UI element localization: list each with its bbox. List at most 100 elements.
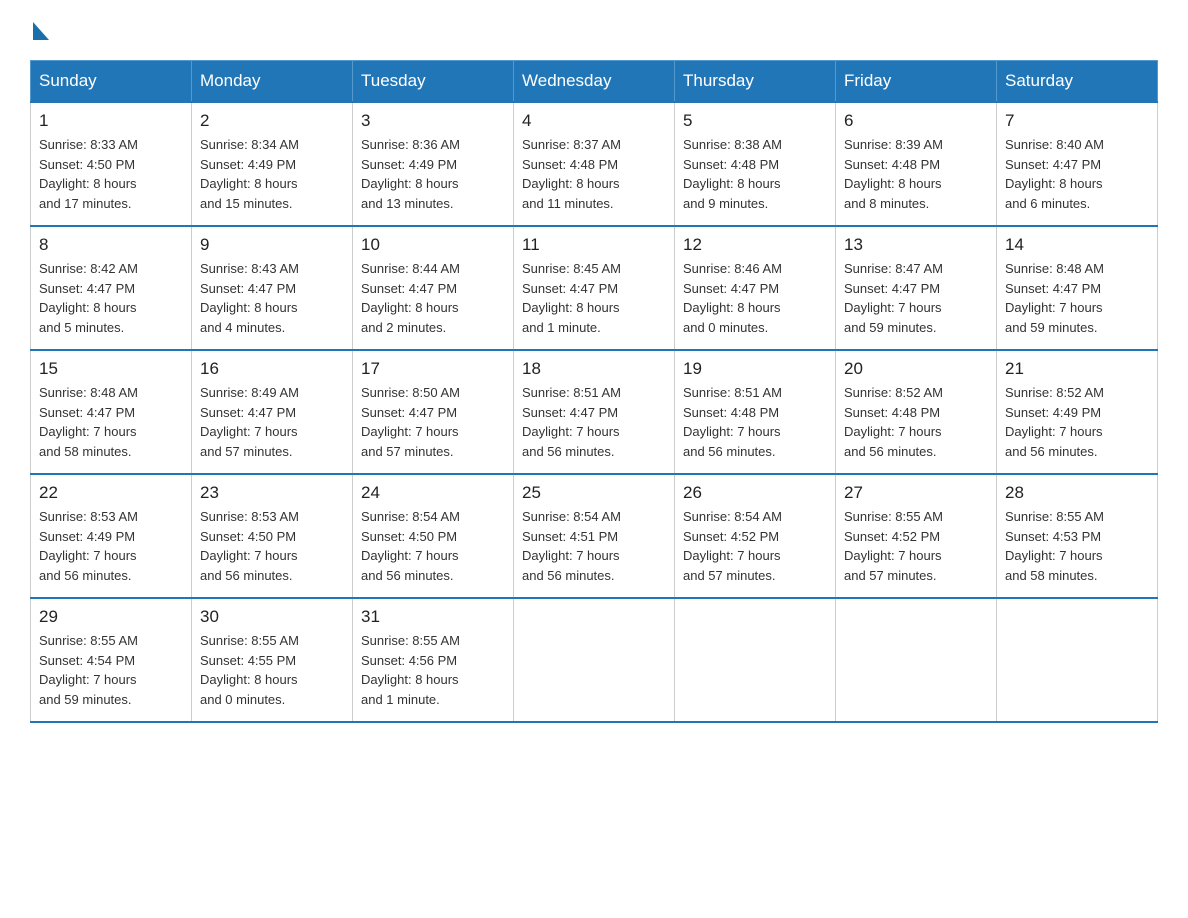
day-number: 10 <box>361 235 505 255</box>
day-info: Sunrise: 8:54 AMSunset: 4:52 PMDaylight:… <box>683 509 782 583</box>
day-info: Sunrise: 8:37 AMSunset: 4:48 PMDaylight:… <box>522 137 621 211</box>
calendar-week-row: 15 Sunrise: 8:48 AMSunset: 4:47 PMDaylig… <box>31 350 1158 474</box>
calendar-day-cell: 21 Sunrise: 8:52 AMSunset: 4:49 PMDaylig… <box>997 350 1158 474</box>
weekday-header-monday: Monday <box>192 61 353 103</box>
day-info: Sunrise: 8:55 AMSunset: 4:52 PMDaylight:… <box>844 509 943 583</box>
calendar-day-cell: 22 Sunrise: 8:53 AMSunset: 4:49 PMDaylig… <box>31 474 192 598</box>
day-number: 7 <box>1005 111 1149 131</box>
day-number: 8 <box>39 235 183 255</box>
calendar-day-cell: 2 Sunrise: 8:34 AMSunset: 4:49 PMDayligh… <box>192 102 353 226</box>
calendar-day-cell: 5 Sunrise: 8:38 AMSunset: 4:48 PMDayligh… <box>675 102 836 226</box>
day-number: 11 <box>522 235 666 255</box>
calendar-week-row: 1 Sunrise: 8:33 AMSunset: 4:50 PMDayligh… <box>31 102 1158 226</box>
calendar-day-cell: 7 Sunrise: 8:40 AMSunset: 4:47 PMDayligh… <box>997 102 1158 226</box>
day-info: Sunrise: 8:34 AMSunset: 4:49 PMDaylight:… <box>200 137 299 211</box>
day-info: Sunrise: 8:50 AMSunset: 4:47 PMDaylight:… <box>361 385 460 459</box>
calendar-day-cell <box>997 598 1158 722</box>
day-number: 6 <box>844 111 988 131</box>
weekday-header-saturday: Saturday <box>997 61 1158 103</box>
day-number: 4 <box>522 111 666 131</box>
day-number: 20 <box>844 359 988 379</box>
day-number: 17 <box>361 359 505 379</box>
calendar-day-cell: 4 Sunrise: 8:37 AMSunset: 4:48 PMDayligh… <box>514 102 675 226</box>
calendar-day-cell <box>514 598 675 722</box>
day-info: Sunrise: 8:51 AMSunset: 4:48 PMDaylight:… <box>683 385 782 459</box>
calendar-table: SundayMondayTuesdayWednesdayThursdayFrid… <box>30 60 1158 723</box>
calendar-day-cell: 12 Sunrise: 8:46 AMSunset: 4:47 PMDaylig… <box>675 226 836 350</box>
calendar-day-cell <box>836 598 997 722</box>
calendar-day-cell <box>675 598 836 722</box>
day-info: Sunrise: 8:43 AMSunset: 4:47 PMDaylight:… <box>200 261 299 335</box>
weekday-header-friday: Friday <box>836 61 997 103</box>
calendar-day-cell: 8 Sunrise: 8:42 AMSunset: 4:47 PMDayligh… <box>31 226 192 350</box>
day-number: 29 <box>39 607 183 627</box>
calendar-day-cell: 29 Sunrise: 8:55 AMSunset: 4:54 PMDaylig… <box>31 598 192 722</box>
day-info: Sunrise: 8:55 AMSunset: 4:54 PMDaylight:… <box>39 633 138 707</box>
day-info: Sunrise: 8:36 AMSunset: 4:49 PMDaylight:… <box>361 137 460 211</box>
calendar-day-cell: 28 Sunrise: 8:55 AMSunset: 4:53 PMDaylig… <box>997 474 1158 598</box>
day-number: 13 <box>844 235 988 255</box>
day-info: Sunrise: 8:51 AMSunset: 4:47 PMDaylight:… <box>522 385 621 459</box>
calendar-day-cell: 6 Sunrise: 8:39 AMSunset: 4:48 PMDayligh… <box>836 102 997 226</box>
day-number: 2 <box>200 111 344 131</box>
day-info: Sunrise: 8:55 AMSunset: 4:55 PMDaylight:… <box>200 633 299 707</box>
calendar-day-cell: 10 Sunrise: 8:44 AMSunset: 4:47 PMDaylig… <box>353 226 514 350</box>
day-number: 12 <box>683 235 827 255</box>
weekday-header-row: SundayMondayTuesdayWednesdayThursdayFrid… <box>31 61 1158 103</box>
day-info: Sunrise: 8:44 AMSunset: 4:47 PMDaylight:… <box>361 261 460 335</box>
day-number: 25 <box>522 483 666 503</box>
day-info: Sunrise: 8:48 AMSunset: 4:47 PMDaylight:… <box>1005 261 1104 335</box>
calendar-week-row: 22 Sunrise: 8:53 AMSunset: 4:49 PMDaylig… <box>31 474 1158 598</box>
page-header <box>30 20 1158 40</box>
day-info: Sunrise: 8:33 AMSunset: 4:50 PMDaylight:… <box>39 137 138 211</box>
day-info: Sunrise: 8:55 AMSunset: 4:56 PMDaylight:… <box>361 633 460 707</box>
calendar-day-cell: 18 Sunrise: 8:51 AMSunset: 4:47 PMDaylig… <box>514 350 675 474</box>
calendar-day-cell: 16 Sunrise: 8:49 AMSunset: 4:47 PMDaylig… <box>192 350 353 474</box>
day-number: 30 <box>200 607 344 627</box>
calendar-day-cell: 27 Sunrise: 8:55 AMSunset: 4:52 PMDaylig… <box>836 474 997 598</box>
calendar-day-cell: 20 Sunrise: 8:52 AMSunset: 4:48 PMDaylig… <box>836 350 997 474</box>
day-number: 27 <box>844 483 988 503</box>
calendar-day-cell: 13 Sunrise: 8:47 AMSunset: 4:47 PMDaylig… <box>836 226 997 350</box>
logo <box>30 20 49 40</box>
day-info: Sunrise: 8:53 AMSunset: 4:49 PMDaylight:… <box>39 509 138 583</box>
day-info: Sunrise: 8:42 AMSunset: 4:47 PMDaylight:… <box>39 261 138 335</box>
weekday-header-wednesday: Wednesday <box>514 61 675 103</box>
calendar-day-cell: 25 Sunrise: 8:54 AMSunset: 4:51 PMDaylig… <box>514 474 675 598</box>
logo-arrow-icon <box>33 22 49 40</box>
day-info: Sunrise: 8:48 AMSunset: 4:47 PMDaylight:… <box>39 385 138 459</box>
day-number: 28 <box>1005 483 1149 503</box>
day-info: Sunrise: 8:52 AMSunset: 4:49 PMDaylight:… <box>1005 385 1104 459</box>
day-number: 18 <box>522 359 666 379</box>
day-number: 1 <box>39 111 183 131</box>
day-info: Sunrise: 8:40 AMSunset: 4:47 PMDaylight:… <box>1005 137 1104 211</box>
weekday-header-thursday: Thursday <box>675 61 836 103</box>
day-info: Sunrise: 8:54 AMSunset: 4:50 PMDaylight:… <box>361 509 460 583</box>
day-number: 22 <box>39 483 183 503</box>
calendar-day-cell: 1 Sunrise: 8:33 AMSunset: 4:50 PMDayligh… <box>31 102 192 226</box>
calendar-day-cell: 19 Sunrise: 8:51 AMSunset: 4:48 PMDaylig… <box>675 350 836 474</box>
day-info: Sunrise: 8:39 AMSunset: 4:48 PMDaylight:… <box>844 137 943 211</box>
day-info: Sunrise: 8:52 AMSunset: 4:48 PMDaylight:… <box>844 385 943 459</box>
day-number: 3 <box>361 111 505 131</box>
day-number: 21 <box>1005 359 1149 379</box>
calendar-day-cell: 26 Sunrise: 8:54 AMSunset: 4:52 PMDaylig… <box>675 474 836 598</box>
day-info: Sunrise: 8:47 AMSunset: 4:47 PMDaylight:… <box>844 261 943 335</box>
calendar-day-cell: 9 Sunrise: 8:43 AMSunset: 4:47 PMDayligh… <box>192 226 353 350</box>
calendar-day-cell: 3 Sunrise: 8:36 AMSunset: 4:49 PMDayligh… <box>353 102 514 226</box>
calendar-day-cell: 15 Sunrise: 8:48 AMSunset: 4:47 PMDaylig… <box>31 350 192 474</box>
calendar-day-cell: 14 Sunrise: 8:48 AMSunset: 4:47 PMDaylig… <box>997 226 1158 350</box>
calendar-day-cell: 23 Sunrise: 8:53 AMSunset: 4:50 PMDaylig… <box>192 474 353 598</box>
calendar-day-cell: 24 Sunrise: 8:54 AMSunset: 4:50 PMDaylig… <box>353 474 514 598</box>
day-info: Sunrise: 8:45 AMSunset: 4:47 PMDaylight:… <box>522 261 621 335</box>
day-info: Sunrise: 8:54 AMSunset: 4:51 PMDaylight:… <box>522 509 621 583</box>
day-number: 23 <box>200 483 344 503</box>
weekday-header-sunday: Sunday <box>31 61 192 103</box>
day-number: 5 <box>683 111 827 131</box>
day-number: 24 <box>361 483 505 503</box>
day-number: 9 <box>200 235 344 255</box>
day-info: Sunrise: 8:46 AMSunset: 4:47 PMDaylight:… <box>683 261 782 335</box>
day-number: 16 <box>200 359 344 379</box>
day-number: 15 <box>39 359 183 379</box>
day-number: 14 <box>1005 235 1149 255</box>
